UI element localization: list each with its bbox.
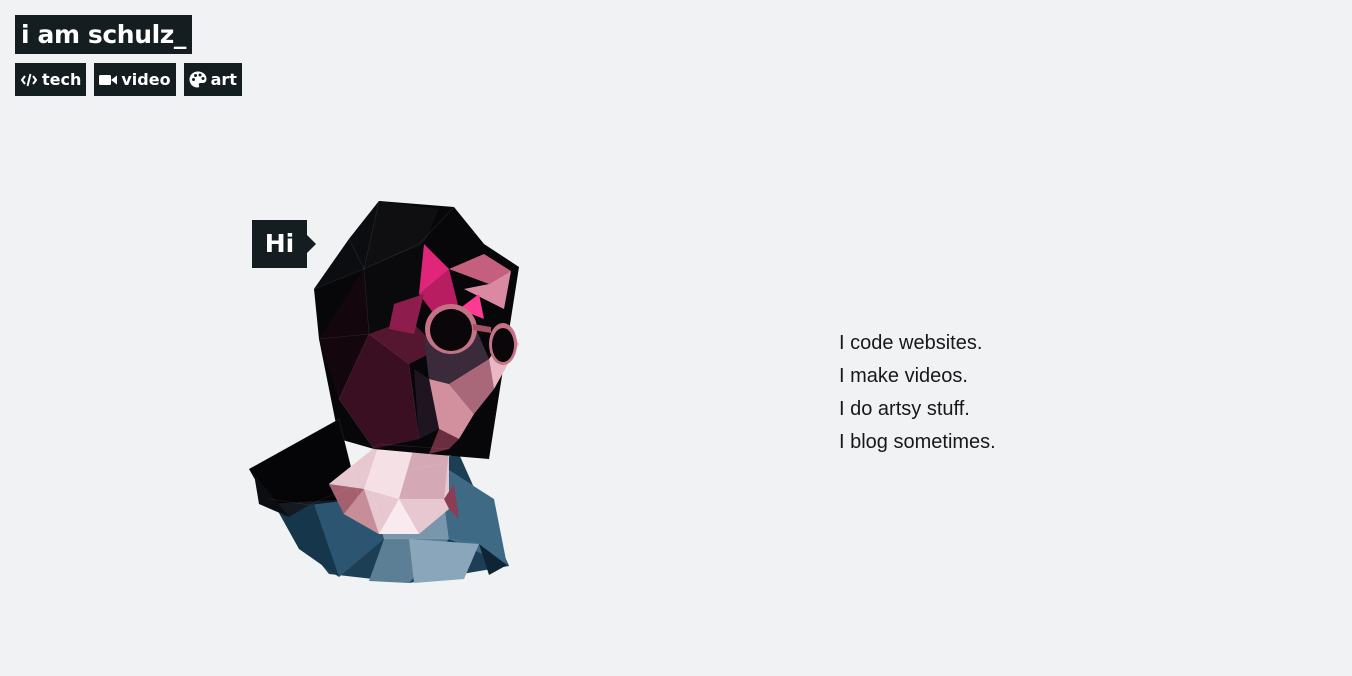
greeting-speech-bubble: Hi (252, 220, 316, 268)
nav-item-label: art (210, 70, 237, 89)
tagline-item: I make videos. (839, 365, 968, 387)
tagline-item: I code websites. (839, 332, 983, 354)
video-camera-icon (99, 72, 118, 88)
site-title[interactable]: i am schulz_ (15, 15, 193, 54)
code-icon (20, 72, 38, 88)
tagline-item: I blog sometimes. (839, 431, 996, 453)
nav-item-label: tech (42, 70, 82, 89)
palette-icon (189, 71, 207, 88)
tagline-list: I code websites. I make videos. I do art… (839, 327, 996, 459)
nav-item-art[interactable]: art (183, 63, 242, 96)
tagline-item: I do artsy stuff. (839, 398, 970, 420)
main-nav: tech video art (15, 63, 242, 96)
nav-item-tech[interactable]: tech (15, 63, 87, 96)
nav-item-video[interactable]: video (94, 63, 176, 96)
nav-item-label: video (121, 70, 171, 89)
